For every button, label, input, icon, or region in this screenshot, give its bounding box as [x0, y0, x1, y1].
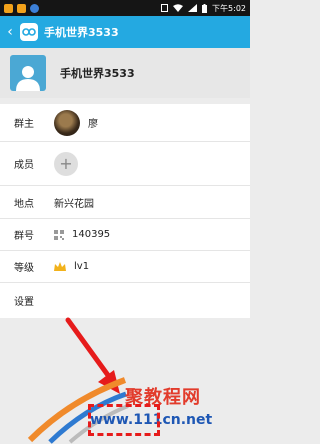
- status-time: 下午5:02: [212, 3, 246, 13]
- clipboard-icon: [161, 4, 169, 12]
- app-notification-icon: [17, 3, 26, 13]
- owner-name: 廖: [88, 119, 98, 130]
- app-notification-icon: [4, 3, 13, 13]
- annotation-arrow: [65, 317, 113, 381]
- members-value: +: [54, 151, 78, 176]
- signal-icon: [188, 4, 198, 12]
- app-bar: ‹ 手机世界3533: [0, 16, 250, 48]
- location-label: 地点: [14, 198, 34, 210]
- level-value: lv1: [74, 261, 90, 272]
- page-title: 手机世界3533: [44, 26, 119, 39]
- group-header: 手机世界3533: [0, 48, 250, 98]
- highlight-box: [88, 404, 160, 436]
- group-number-value: 140395: [72, 229, 111, 240]
- add-member-button[interactable]: +: [54, 151, 78, 176]
- qr-code-icon[interactable]: [54, 229, 64, 240]
- group-info-list: 群主 廖 成员 + 地点 新兴花园 群号 140395 等级 lv1 设置: [0, 104, 250, 318]
- status-bar-left: [0, 3, 39, 13]
- qq-group-logo-icon: [20, 23, 38, 41]
- level-row[interactable]: 等级 lv1: [0, 251, 250, 283]
- shield-icon: [30, 3, 39, 13]
- level-value-wrap: lv1: [54, 261, 89, 272]
- group-number-label: 群号: [14, 231, 34, 242]
- wifi-icon: [173, 4, 184, 12]
- default-avatar-icon[interactable]: [10, 55, 46, 91]
- chevron-left-icon: ‹: [7, 24, 13, 40]
- level-label: 等级: [14, 263, 34, 274]
- members-label: 成员: [14, 160, 34, 171]
- plus-icon: +: [59, 154, 73, 173]
- owner-row[interactable]: 群主 廖: [0, 104, 250, 142]
- group-number-row[interactable]: 群号 140395: [0, 219, 250, 251]
- location-value-wrap: 新兴花园: [54, 195, 94, 210]
- battery-icon: [202, 3, 208, 13]
- location-value: 新兴花园: [54, 198, 94, 210]
- crown-icon: [54, 261, 66, 271]
- status-bar-right: 下午5:02: [161, 3, 250, 14]
- status-bar: 下午5:02: [0, 0, 250, 16]
- location-row[interactable]: 地点 新兴花园: [0, 186, 250, 219]
- owner-label: 群主: [14, 119, 34, 130]
- owner-value: 廖: [54, 109, 98, 136]
- group-number-value-wrap: 140395: [54, 229, 110, 240]
- owner-avatar[interactable]: [54, 109, 80, 136]
- group-name: 手机世界3533: [60, 67, 135, 80]
- back-button[interactable]: ‹: [0, 16, 20, 48]
- members-row[interactable]: 成员 +: [0, 142, 250, 186]
